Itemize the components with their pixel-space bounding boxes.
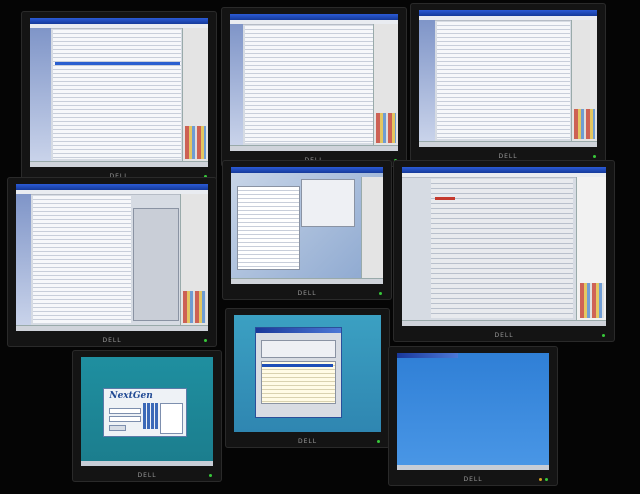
dell-logo: DELL — [102, 337, 122, 344]
status-bar — [230, 145, 398, 151]
status-bar — [231, 278, 383, 284]
left-navigation — [230, 24, 244, 145]
monitor-2-screen — [230, 14, 398, 151]
taskbar — [81, 461, 213, 466]
selected-result — [261, 364, 334, 368]
monitor-4: DELL — [7, 177, 217, 347]
power-led — [379, 292, 382, 295]
monitor-7-screen: NextGen — [81, 357, 213, 466]
info-list — [159, 402, 183, 434]
dell-logo: DELL — [297, 290, 317, 297]
left-navigation — [419, 20, 436, 141]
monitor-2: DELL — [221, 7, 407, 167]
app-logo: NextGen — [109, 391, 153, 402]
detail-window — [300, 178, 355, 228]
dell-logo: DELL — [498, 153, 518, 160]
checkbox-column — [133, 208, 180, 321]
monitor-9-screen — [397, 353, 549, 470]
monitor-3-screen — [419, 10, 597, 147]
results-table — [260, 361, 336, 405]
toolbar-icons — [573, 108, 595, 139]
power-led — [545, 478, 548, 481]
monitor-6: DELL — [393, 160, 615, 342]
monitor-7: NextGen DELL — [72, 350, 222, 482]
status-bar — [30, 161, 208, 167]
monitor-1-screen — [30, 18, 208, 167]
dialog-title-bar — [255, 327, 341, 333]
monitor-6-screen — [402, 167, 606, 326]
monitor-3: DELL — [410, 3, 606, 163]
power-led — [209, 474, 212, 477]
status-bar — [419, 141, 597, 147]
form-area — [53, 30, 182, 159]
login-button[interactable] — [109, 424, 127, 431]
monitor-5-screen — [231, 167, 383, 284]
username-field[interactable] — [109, 407, 141, 414]
left-navigation — [16, 194, 32, 325]
monitor-1: DELL — [21, 11, 217, 183]
search-fields — [260, 340, 336, 359]
monitor-5: DELL — [222, 160, 392, 300]
grid-area — [245, 26, 373, 143]
taskbar — [397, 465, 549, 470]
status-bar — [16, 325, 208, 331]
title-strip — [397, 353, 458, 358]
results-window — [237, 185, 300, 270]
monitor-8-screen — [234, 315, 381, 432]
monitor-8: DELL — [225, 308, 390, 448]
dialog-window — [254, 326, 342, 418]
dell-logo: DELL — [494, 332, 514, 339]
left-navigation — [30, 28, 52, 161]
toolbar-icons — [579, 283, 604, 318]
status-bar — [402, 320, 606, 326]
power-led — [593, 155, 596, 158]
menu-bar — [402, 173, 606, 178]
monitor-9: DELL — [388, 346, 558, 486]
dell-logo: DELL — [137, 472, 157, 479]
highlight-bar — [434, 197, 456, 200]
monitor-4-screen — [16, 184, 208, 331]
standby-led — [539, 478, 542, 481]
toolbar-icons — [182, 290, 206, 323]
power-led — [602, 334, 605, 337]
password-field[interactable] — [109, 416, 141, 423]
form-area — [436, 22, 571, 139]
selected-row — [54, 62, 180, 65]
power-led — [204, 339, 207, 342]
keypad[interactable] — [142, 402, 158, 430]
login-dialog: NextGen — [103, 387, 188, 438]
toolbar-icons — [375, 112, 396, 143]
power-led — [377, 440, 380, 443]
review-of-systems-list — [33, 196, 132, 323]
title-bar — [231, 167, 383, 173]
dell-logo: DELL — [463, 476, 483, 483]
right-panel — [360, 177, 383, 278]
toolbar-icons — [184, 126, 206, 159]
dell-logo: DELL — [297, 438, 318, 445]
